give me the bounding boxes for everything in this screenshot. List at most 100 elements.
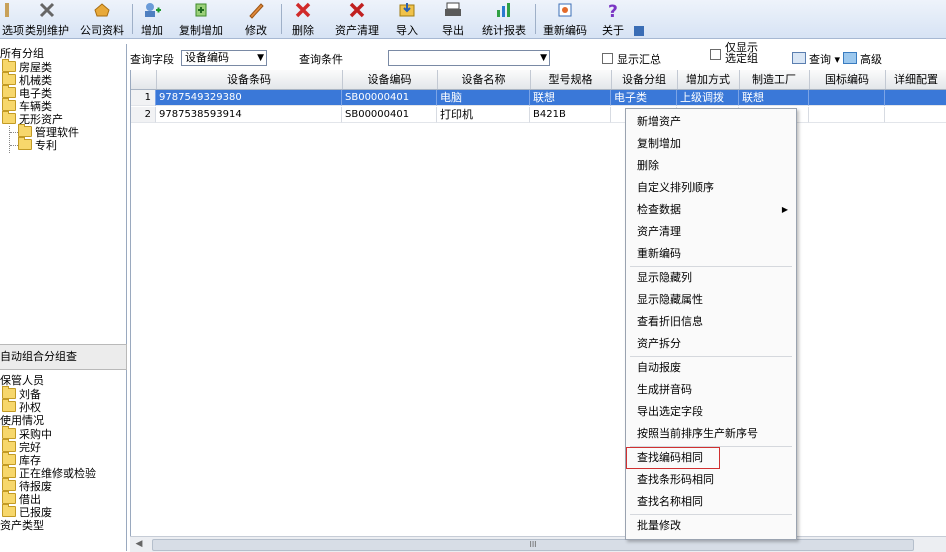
folder-icon	[2, 85, 16, 98]
group-tree-panel: 所有分组 房屋类 机械类 电子类 车辆类 无形资产 管理软件 专利	[0, 44, 127, 344]
submenu-arrow-icon: ▶	[781, 205, 788, 214]
folder-icon	[18, 137, 32, 150]
tree-item-patent[interactable]: 专利	[10, 137, 57, 152]
toolbar-overflow-icon[interactable]	[634, 26, 644, 36]
copy-add-button[interactable]: 复制增加	[174, 0, 228, 38]
show-summary-checkbox[interactable]: 显示汇总	[602, 51, 661, 67]
menu-item-delete[interactable]: 删除	[626, 155, 796, 177]
tree-item-house[interactable]: 房屋类	[2, 59, 52, 74]
folder-icon	[2, 59, 16, 72]
menu-item-show-hidden-columns[interactable]: 显示隐藏列	[626, 267, 796, 289]
query-condition-input[interactable]: ▼	[388, 50, 550, 66]
options-button[interactable]: 选项	[0, 0, 24, 38]
header-manufacturer[interactable]: 制造工厂	[739, 70, 810, 89]
tree-item-usage[interactable]: 已报废	[2, 504, 52, 519]
menu-item-find-same-name[interactable]: 查找名称相同	[626, 491, 796, 513]
tree-item-intangible[interactable]: 无形资产	[2, 111, 63, 126]
folder-icon	[2, 491, 16, 504]
toolbar-separator	[132, 4, 133, 34]
tree-item-usage[interactable]: 待报废	[2, 478, 52, 493]
scroll-left-icon[interactable]: ◀	[132, 538, 146, 551]
asset-grid: 设备条码 设备编码 设备名称 型号规格 设备分组 增加方式 制造工厂 国标编码 …	[130, 70, 946, 540]
header-group[interactable]: 设备分组	[611, 70, 678, 89]
context-menu: 新增资产 复制增加 删除 自定义排列顺序 检查数据 ▶ 资产清理 重新编码 显示隐…	[625, 108, 797, 540]
recode-button[interactable]: 重新编码	[538, 0, 592, 38]
header-add-method[interactable]: 增加方式	[677, 70, 740, 89]
tree-item-electronic[interactable]: 电子类	[2, 85, 52, 100]
clear-x-icon	[349, 2, 365, 18]
import-button[interactable]: 导入	[390, 0, 424, 38]
header-model[interactable]: 型号规格	[530, 70, 612, 89]
auto-group-header[interactable]: 自动组合分组查	[0, 344, 127, 370]
menu-item-find-same-code[interactable]: 查找编码相同	[626, 447, 720, 469]
folder-icon	[2, 386, 16, 399]
menu-item-auto-scrap[interactable]: 自动报废	[626, 357, 796, 379]
auto-group-tree: 保管人员 刘备 孙权 使用情况 采购中 完好 库存 正在维修或检验 待报废 借出…	[0, 370, 127, 551]
asset-clear-button[interactable]: 资产清理	[330, 0, 384, 38]
folder-icon	[2, 111, 16, 124]
table-row[interactable]: 2 9787538593914 SB00000401 打印机 B421B	[131, 107, 946, 123]
menu-item-find-same-barcode[interactable]: 查找条形码相同	[626, 469, 796, 491]
import-icon	[399, 3, 415, 17]
menu-item-recode[interactable]: 重新编码	[626, 243, 796, 265]
checkbox-icon	[710, 49, 721, 60]
menu-item-copy-add[interactable]: 复制增加	[626, 133, 796, 155]
menu-item-asset-clear[interactable]: 资产清理	[626, 221, 796, 243]
tree-item-keeper[interactable]: 孙权	[2, 399, 41, 414]
pencil-icon	[249, 3, 264, 19]
query-condition-label: 查询条件	[299, 53, 343, 66]
menu-item-export-fields[interactable]: 导出选定字段	[626, 401, 796, 423]
company-icon	[94, 3, 110, 17]
header-gb-code[interactable]: 国标编码	[809, 70, 886, 89]
tree-item-usage[interactable]: 正在维修或检验	[2, 465, 96, 480]
delete-x-icon	[295, 2, 311, 18]
advanced-button[interactable]: 高级	[843, 51, 882, 67]
header-rownum	[131, 70, 157, 89]
menu-item-pinyin-code[interactable]: 生成拼音码	[626, 379, 796, 401]
category-maintain-button[interactable]: 类别维护	[22, 0, 72, 38]
chevron-down-icon: ▼	[540, 53, 547, 63]
company-info-button[interactable]: 公司资料	[76, 0, 128, 38]
table-row[interactable]: 1 9787549329380 SB00000401 电脑 联想 电子类 上级调…	[131, 90, 946, 106]
query-icon	[792, 52, 806, 64]
tools-icon	[39, 2, 55, 18]
menu-item-new-asset[interactable]: 新增资产	[626, 111, 796, 133]
tree-item-usage[interactable]: 采购中	[2, 426, 52, 441]
only-selected-checkbox[interactable]: 仅显示选定组	[710, 42, 761, 64]
menu-item-batch-edit[interactable]: 批量修改	[626, 515, 796, 537]
toolbar-separator	[281, 4, 282, 34]
menu-item-depreciation[interactable]: 查看折旧信息	[626, 311, 796, 333]
tree-item-machine[interactable]: 机械类	[2, 72, 52, 87]
scrollbar-thumb[interactable]: III	[152, 539, 914, 551]
folder-icon	[2, 439, 16, 452]
header-code[interactable]: 设备编码	[342, 70, 438, 89]
folder-icon	[2, 478, 16, 491]
printer-icon	[445, 2, 461, 16]
stats-report-button[interactable]: 统计报表	[476, 0, 532, 38]
menu-item-check-data[interactable]: 检查数据 ▶	[626, 199, 796, 221]
edit-button[interactable]: 修改	[236, 0, 276, 38]
header-barcode[interactable]: 设备条码	[156, 70, 343, 89]
query-button[interactable]: 查询 ▾	[792, 51, 840, 67]
checkbox-icon	[602, 53, 613, 64]
horizontal-scrollbar[interactable]: ◀ III	[130, 536, 946, 552]
menu-item-custom-order[interactable]: 自定义排列顺序	[626, 177, 796, 199]
query-field-label: 查询字段	[130, 53, 174, 66]
export-button[interactable]: 导出	[436, 0, 470, 38]
menu-item-asset-split[interactable]: 资产拆分	[626, 333, 796, 355]
chevron-down-icon: ▼	[257, 53, 264, 63]
query-field-select[interactable]: 设备编码 ▼	[181, 50, 267, 66]
tree-section-asset-type[interactable]: 资产类型	[0, 519, 44, 532]
header-detail[interactable]: 详细配置	[885, 70, 946, 89]
folder-icon	[2, 504, 16, 517]
menu-item-show-hidden-attrs[interactable]: 显示隐藏属性	[626, 289, 796, 311]
add-button[interactable]: 增加	[137, 0, 167, 38]
menu-item-new-serial[interactable]: 按照当前排序生产新序号	[626, 423, 796, 445]
delete-button[interactable]: 删除	[286, 0, 320, 38]
folder-icon	[18, 124, 32, 137]
tree-item-vehicle[interactable]: 车辆类	[2, 98, 52, 113]
about-button[interactable]: ? 关于	[598, 0, 628, 38]
toolbar-separator	[535, 4, 536, 34]
folder-icon	[2, 72, 16, 85]
header-name[interactable]: 设备名称	[437, 70, 531, 89]
